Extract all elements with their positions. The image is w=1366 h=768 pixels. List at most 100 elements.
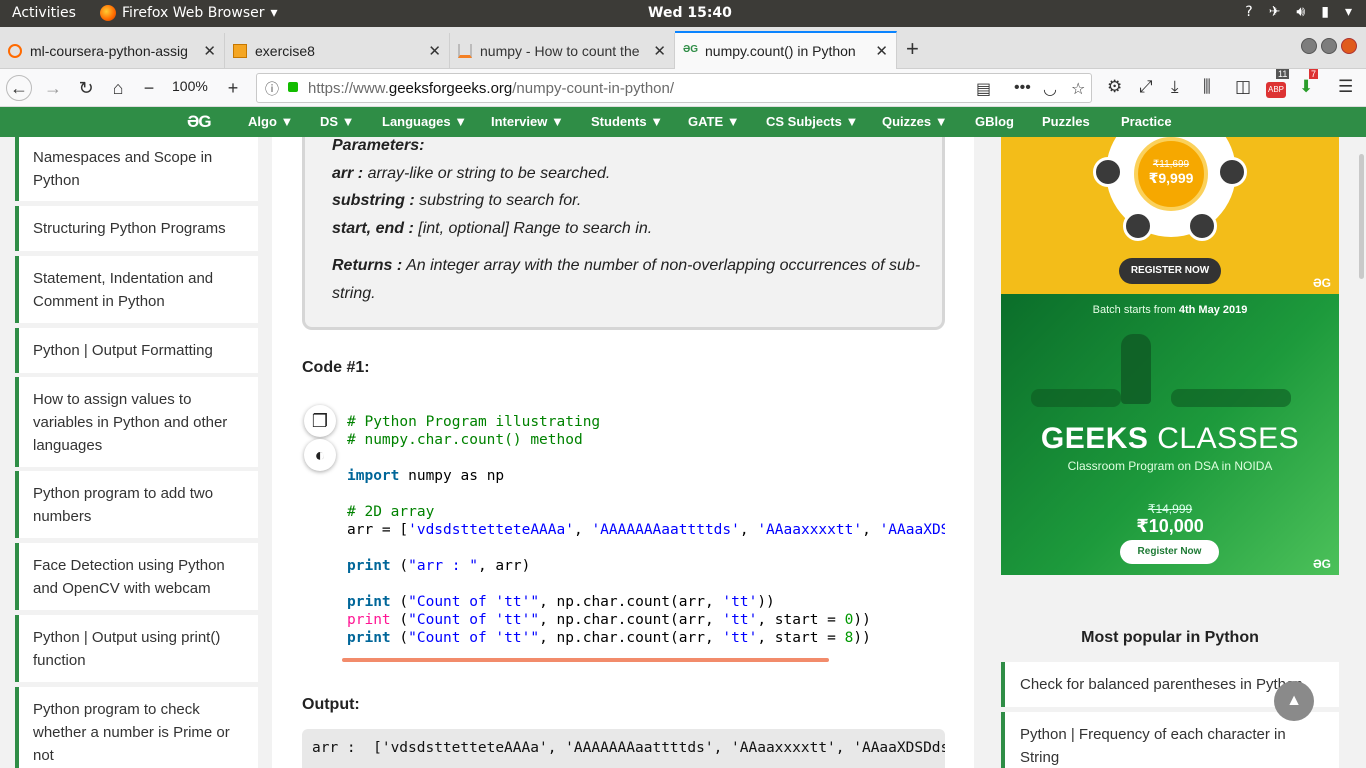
nav-quizzes[interactable]: Quizzes ▼ xyxy=(882,114,948,129)
new-tab-button[interactable]: + xyxy=(906,36,919,62)
app-name: Firefox Web Browser xyxy=(122,5,265,21)
parameters-box: Parameters: arr : array-like or string t… xyxy=(302,137,945,330)
info-icon[interactable]: ⓘ xyxy=(265,79,279,99)
coursera-icon xyxy=(8,44,22,58)
back-button[interactable]: ← xyxy=(6,75,32,101)
code-line: # numpy.char.count() method xyxy=(347,431,945,449)
code-text: , np.char.count(arr, xyxy=(539,594,723,610)
url-text[interactable]: https://www.geeksforgeeks.org/numpy-coun… xyxy=(308,80,674,97)
sidebar-link[interactable]: Python program to check whether a number… xyxy=(15,687,258,768)
sidebar-link[interactable]: Python | Output using print() function xyxy=(15,615,258,682)
zoom-level[interactable]: 100% xyxy=(172,78,208,94)
adblock-icon[interactable]: ABP 11 xyxy=(1266,69,1290,98)
returns-line-2: string. xyxy=(332,285,376,302)
article-content: Parameters: arr : array-like or string t… xyxy=(272,137,974,768)
geeks-classes-ad[interactable]: Batch starts from 4th May 2019 GEEKS CLA… xyxy=(1001,294,1339,575)
close-window-button[interactable] xyxy=(1341,38,1357,54)
register-now-button[interactable]: Register Now xyxy=(1120,540,1219,564)
code-line: # 2D array xyxy=(347,503,945,521)
tab-title: numpy.count() in Python xyxy=(705,43,856,59)
tab-stackoverflow[interactable]: numpy - How to count the ✕ xyxy=(450,33,675,69)
bookmark-star-icon[interactable]: ☆ xyxy=(1071,79,1085,99)
network-question-icon: ? xyxy=(1245,4,1253,20)
close-icon[interactable]: ✕ xyxy=(203,42,216,60)
nav-cs-subjects[interactable]: CS Subjects ▼ xyxy=(766,114,858,129)
sidebar-icon[interactable]: ◫ xyxy=(1235,77,1251,97)
home-button[interactable]: ⌂ xyxy=(105,75,131,101)
run-code-icon[interactable]: ◐ xyxy=(304,439,336,471)
scroll-to-top-button[interactable]: ▲ xyxy=(1274,681,1314,721)
code-block: ❐ ◐ # Python Program illustrating # nump… xyxy=(302,399,945,669)
gfg-mark: ƏG xyxy=(1312,557,1331,571)
code-text: arr = [ xyxy=(347,522,409,538)
nav-languages[interactable]: Languages ▼ xyxy=(382,114,467,129)
sidebar-link[interactable]: Python program to add two numbers xyxy=(15,471,258,538)
clock[interactable]: Wed 15:40 xyxy=(648,5,732,21)
settings-gear-icon[interactable]: ⚙ xyxy=(1107,77,1122,97)
nav-interview[interactable]: Interview ▼ xyxy=(491,114,564,129)
page-actions-icon[interactable]: ••• xyxy=(1014,79,1031,97)
zoom-out-button[interactable]: − xyxy=(136,75,162,101)
reload-button[interactable]: ↻ xyxy=(73,75,99,101)
nav-puzzles[interactable]: Puzzles xyxy=(1042,114,1090,129)
tab-strip: ml-coursera-python-assig ✕ exercise8 ✕ n… xyxy=(0,27,1366,69)
pocket-icon[interactable]: ◡ xyxy=(1043,79,1057,99)
batch-start-text: Batch starts from 4th May 2019 xyxy=(1001,304,1339,316)
tab-coursera[interactable]: ml-coursera-python-assig ✕ xyxy=(0,33,225,69)
tab-exercise8[interactable]: exercise8 ✕ xyxy=(225,33,450,69)
parameters-heading: Parameters: xyxy=(332,137,425,154)
sidebar-link[interactable]: Face Detection using Python and OpenCV w… xyxy=(15,543,258,610)
chevron-down-icon: ▾ xyxy=(270,5,278,21)
param-start-end: start, end : [int, optional] Range to se… xyxy=(332,220,652,238)
code-text: , start = xyxy=(757,612,845,628)
sidebar-link[interactable]: Structuring Python Programs xyxy=(15,206,258,251)
scrollbar-thumb[interactable] xyxy=(1359,154,1364,279)
sidebar-link[interactable]: Statement, Indentation and Comment in Py… xyxy=(15,256,258,323)
sidebar-link[interactable]: How to assign values to variables in Pyt… xyxy=(15,377,258,467)
maximize-button[interactable] xyxy=(1321,38,1337,54)
nav-practice[interactable]: Practice xyxy=(1121,114,1172,129)
forward-button[interactable]: → xyxy=(40,75,66,101)
course-ad-banner[interactable]: ₹11,699 ₹9,999 REGISTER NOW ƏG xyxy=(1001,137,1339,294)
code-horizontal-scrollbar[interactable] xyxy=(342,658,829,662)
tab-title: ml-coursera-python-assig xyxy=(30,43,188,59)
download-arrow-icon[interactable]: ⬇ 7 xyxy=(1299,69,1319,97)
register-now-button[interactable]: REGISTER NOW xyxy=(1119,258,1221,284)
app-menu[interactable]: Firefox Web Browser ▾ xyxy=(100,5,278,21)
reader-view-icon[interactable]: ▤ xyxy=(976,79,991,99)
nav-students[interactable]: Students ▼ xyxy=(591,114,663,129)
system-tray[interactable]: ? ✈ 🔊︎ ▮ ▾ xyxy=(1245,4,1352,20)
nav-ds[interactable]: DS ▼ xyxy=(320,114,355,129)
sidebar-link[interactable]: Python | Output Formatting xyxy=(15,328,258,373)
url-bar[interactable]: ⓘ https://www.geeksforgeeks.org/numpy-co… xyxy=(256,73,1092,103)
code-keyword: print xyxy=(347,630,391,646)
url-domain: geeksforgeeks.org xyxy=(388,80,513,97)
copy-icon[interactable]: ❐ xyxy=(304,405,336,437)
tab-active-numpy-count[interactable]: ƏG numpy.count() in Python ✕ xyxy=(675,31,897,69)
nav-gate[interactable]: GATE ▼ xyxy=(688,114,740,129)
volume-icon: 🔊︎ xyxy=(1296,4,1306,20)
batch-prefix: Batch starts from xyxy=(1092,304,1179,316)
menu-hamburger-icon[interactable]: ☰ xyxy=(1338,77,1353,97)
download-icon[interactable]: ⤓ xyxy=(1171,77,1179,97)
close-icon[interactable]: ✕ xyxy=(875,42,888,60)
nav-gblog[interactable]: GBlog xyxy=(975,114,1014,129)
gfg-logo[interactable]: ƏG xyxy=(187,112,212,132)
system-top-bar: Activities Firefox Web Browser ▾ Wed 15:… xyxy=(0,0,1366,27)
nav-algo[interactable]: Algo ▼ xyxy=(248,114,293,129)
minimize-button[interactable] xyxy=(1301,38,1317,54)
close-icon[interactable]: ✕ xyxy=(428,42,441,60)
laptop-icon xyxy=(1093,157,1123,187)
fullscreen-icon[interactable]: ⤢ xyxy=(1139,77,1153,97)
page-scrollbar[interactable] xyxy=(1352,137,1366,768)
activities-button[interactable]: Activities xyxy=(12,5,76,21)
zoom-in-button[interactable]: + xyxy=(220,75,246,101)
close-icon[interactable]: ✕ xyxy=(653,42,666,60)
library-icon[interactable]: ⫼ xyxy=(1203,77,1211,97)
document-icon xyxy=(233,44,247,58)
url-prefix: https://www. xyxy=(308,80,389,97)
sidebar-link[interactable]: Namespaces and Scope in Python xyxy=(15,137,258,201)
code-keyword: print xyxy=(347,558,391,574)
